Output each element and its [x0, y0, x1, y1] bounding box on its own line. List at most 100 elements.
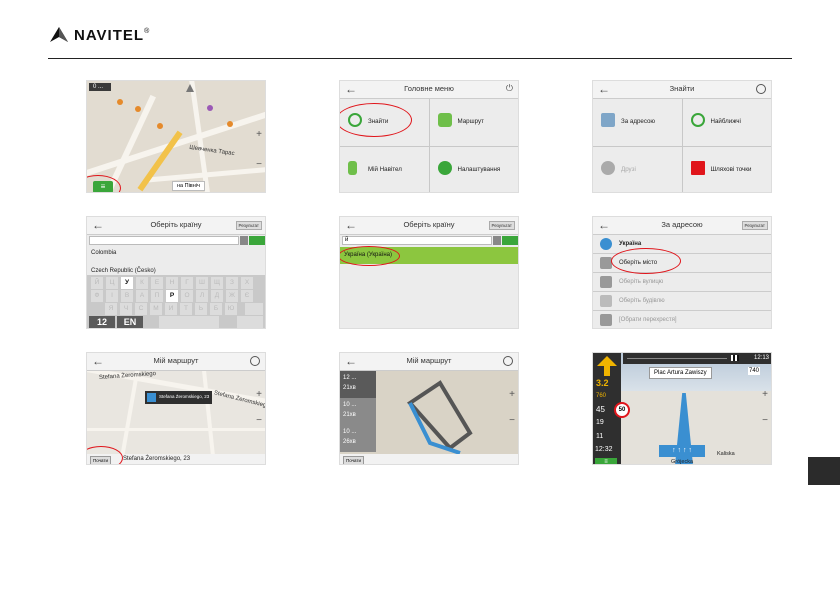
address-row-street[interactable]: Оберіть вулицю	[593, 273, 771, 292]
space-key[interactable]	[159, 316, 219, 328]
clear-input-button[interactable]	[493, 236, 501, 245]
keyboard-key[interactable]: Ч	[120, 303, 132, 315]
keyboard-key[interactable]: З	[226, 277, 238, 289]
keyboard-key[interactable]: С	[135, 303, 147, 315]
keyboard-key[interactable]: И	[165, 303, 177, 315]
keyboard-key[interactable]: Є	[241, 290, 253, 302]
friends-icon	[601, 161, 615, 175]
turn-arrow-icon	[597, 356, 617, 376]
numeric-key[interactable]: 12	[89, 316, 115, 328]
compass-icon[interactable]	[250, 356, 260, 366]
route-option-1[interactable]: 12 ... 21хв	[340, 371, 376, 398]
address-row-building[interactable]: Оберіть будівлю	[593, 292, 771, 311]
start-button[interactable]: Почати	[343, 456, 364, 464]
keyboard-toggle-button[interactable]	[502, 236, 518, 245]
keyboard-key[interactable]: Ж	[226, 290, 238, 302]
keyboard-key[interactable]: А	[136, 290, 148, 302]
zoom-out-button[interactable]: −	[762, 415, 768, 426]
screenshot-map-view: 0 ... Шевченка Тарас + − на Північ ≡	[86, 80, 266, 193]
row-label: Оберіть будівлю	[619, 298, 665, 304]
keyboard-key[interactable]: Р	[166, 290, 178, 302]
keyboard-key[interactable]: Й	[91, 277, 103, 289]
route-option-3[interactable]: 10 ... 26хв	[340, 425, 376, 452]
list-item[interactable]: Colombia	[91, 250, 116, 256]
route-time: 26хв	[343, 439, 356, 445]
keyboard-key[interactable]: Б	[210, 303, 222, 315]
result-button[interactable]: Результат	[488, 221, 515, 230]
search-input[interactable]: й	[342, 236, 492, 245]
keyboard-key[interactable]: Щ	[211, 277, 223, 289]
progress-bar	[627, 358, 727, 359]
keyboard-key[interactable]: Ь	[195, 303, 207, 315]
keyboard-key[interactable]: Н	[166, 277, 178, 289]
keyboard-key[interactable]: Е	[151, 277, 163, 289]
keyboard-key[interactable]: Х	[241, 277, 253, 289]
language-key[interactable]: EN	[117, 316, 143, 328]
zoom-out-button[interactable]: −	[509, 415, 515, 426]
route-line	[406, 380, 473, 455]
compass-icon[interactable]	[756, 84, 766, 94]
power-icon[interactable]: ⏻	[506, 83, 513, 94]
keyboard-key[interactable]: К	[136, 277, 148, 289]
poi-icon[interactable]	[135, 106, 141, 112]
zoom-out-button[interactable]: −	[256, 159, 262, 170]
search-input[interactable]	[89, 236, 239, 245]
keyboard-toggle-button[interactable]	[249, 236, 265, 245]
compass-icon[interactable]	[186, 84, 194, 92]
keyboard-key[interactable]: Л	[196, 290, 208, 302]
row-label: Україна	[619, 241, 642, 247]
menu-item-waypoints[interactable]: Шляхові точки	[682, 147, 771, 192]
poi-icon[interactable]	[157, 123, 163, 129]
header-bar: ← За адресою Результат	[593, 217, 771, 235]
menu-item-nearest[interactable]: Найближчі	[682, 99, 771, 146]
menu-item-friends[interactable]: Друзі	[593, 147, 682, 192]
result-button[interactable]: Результат	[235, 221, 262, 230]
menu-button[interactable]: ≡	[595, 458, 617, 464]
gear-icon	[437, 161, 452, 175]
zoom-in-button[interactable]: +	[509, 389, 515, 400]
result-button[interactable]: Результат	[741, 221, 768, 230]
clear-input-button[interactable]	[240, 236, 248, 245]
menu-item-route[interactable]: Маршрут	[429, 99, 518, 146]
zoom-in-button[interactable]: +	[256, 389, 262, 400]
keyboard-key[interactable]: М	[150, 303, 162, 315]
info-value: 760	[596, 393, 607, 399]
map-area[interactable]	[87, 81, 265, 192]
zoom-in-button[interactable]: +	[762, 389, 768, 400]
address-icon	[601, 113, 615, 127]
keyboard-key[interactable]: Ц	[106, 277, 118, 289]
zoom-out-button[interactable]: −	[256, 415, 262, 426]
street-sign-icon	[600, 276, 612, 288]
keyboard-key[interactable]: Д	[211, 290, 223, 302]
poi-icon[interactable]	[117, 99, 123, 105]
menu-item-my-navitel[interactable]: Мій Навітел	[340, 147, 429, 192]
keyboard-key[interactable]: В	[121, 290, 133, 302]
compass-icon[interactable]	[503, 356, 513, 366]
keyboard-key[interactable]: О	[181, 290, 193, 302]
keyboard-key[interactable]: І	[106, 290, 118, 302]
keyboard-key[interactable]: Ю	[225, 303, 237, 315]
route-time: 21хв	[343, 412, 356, 418]
route-distance: 12 ...	[343, 375, 357, 381]
poi-icon[interactable]	[207, 105, 213, 111]
location-popup[interactable]: Stefana Żeromskiego, 23	[145, 391, 213, 404]
poi-icon[interactable]	[227, 121, 233, 127]
route-option-2[interactable]: 10 ... 21хв	[340, 398, 376, 425]
list-item[interactable]: Czech Republic (Česko)	[91, 268, 156, 274]
keyboard-key[interactable]: Т	[180, 303, 192, 315]
menu-grid: За адресою Найближчі Друзі Шляхові точки	[593, 99, 771, 192]
keyboard-key[interactable]: У	[121, 277, 133, 289]
keyboard-key[interactable]: П	[151, 290, 163, 302]
menu-item-settings[interactable]: Налаштування	[429, 147, 518, 192]
menu-item-by-address[interactable]: За адресою	[593, 99, 682, 146]
keyboard-key[interactable]: Г	[181, 277, 193, 289]
enter-key[interactable]	[237, 316, 263, 328]
backspace-key[interactable]	[245, 303, 263, 315]
screen-title: Головне меню	[404, 84, 454, 93]
keyboard-key[interactable]: Ш	[196, 277, 208, 289]
zoom-in-button[interactable]: +	[256, 129, 262, 140]
address-row-crossroad[interactable]: [Обрати перехрестя]	[593, 311, 771, 328]
route-distance: 10 ...	[343, 402, 357, 408]
keyboard-key[interactable]: Ф	[91, 290, 103, 302]
keyboard-key[interactable]: Я	[105, 303, 117, 315]
